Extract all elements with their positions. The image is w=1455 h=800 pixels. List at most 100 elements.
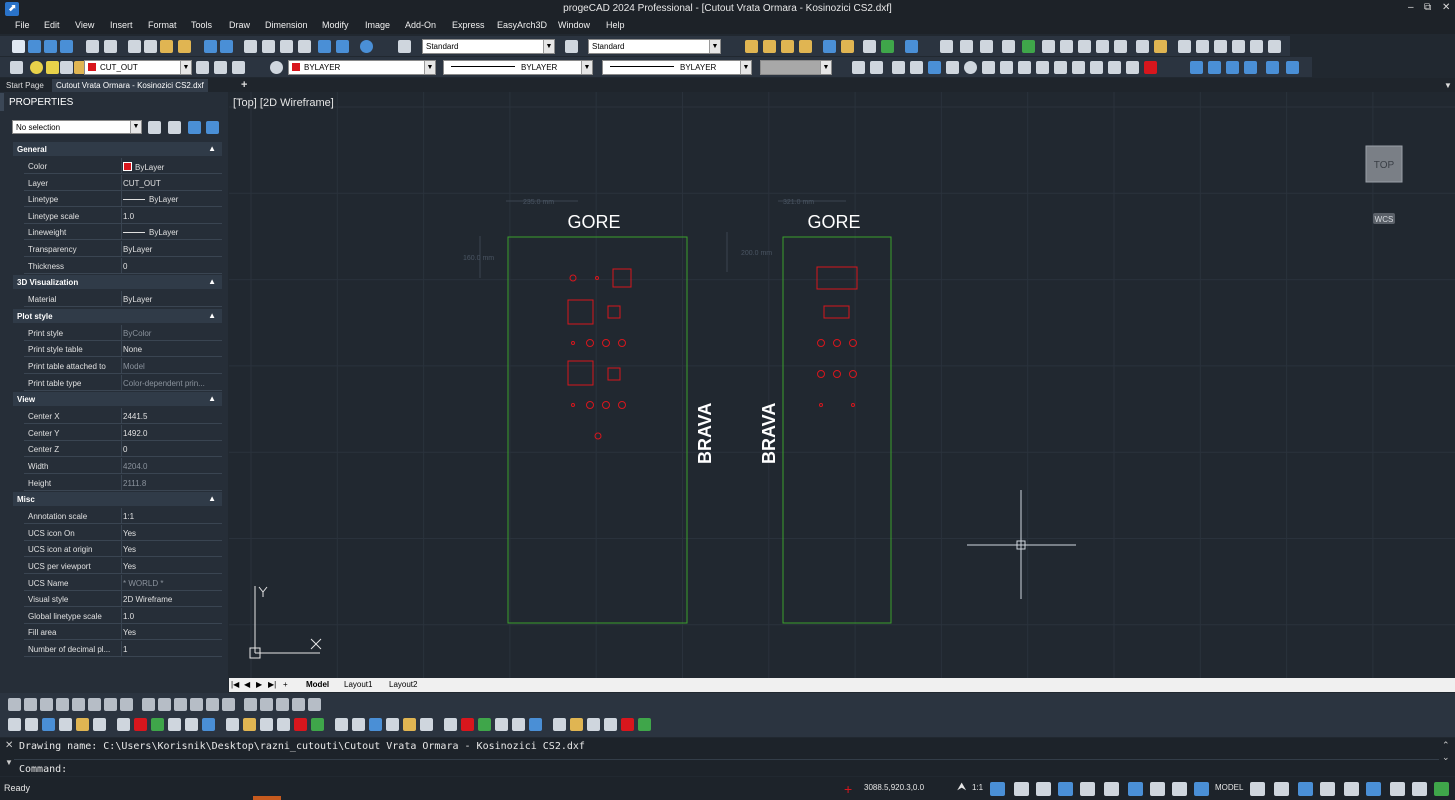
pan-icon[interactable] bbox=[244, 40, 257, 53]
cutout-rect[interactable] bbox=[607, 367, 621, 381]
modify-tool-icon[interactable] bbox=[311, 718, 324, 731]
property-row[interactable]: Center Y 1492.0 bbox=[24, 424, 222, 441]
status-toggle-icon[interactable] bbox=[1058, 782, 1073, 796]
modify-icon[interactable] bbox=[1096, 40, 1109, 53]
tab-model[interactable]: Model bbox=[306, 680, 329, 689]
status-toggle-icon[interactable] bbox=[1320, 782, 1335, 796]
property-value[interactable]: 4204.0 bbox=[123, 462, 219, 471]
modify-tool-icon[interactable] bbox=[587, 718, 600, 731]
copy-icon[interactable] bbox=[144, 40, 157, 53]
tab-layout1[interactable]: Layout1 bbox=[344, 680, 372, 689]
modify-icon[interactable] bbox=[1196, 40, 1209, 53]
layer-freeze-icon[interactable] bbox=[46, 61, 59, 74]
property-value[interactable]: Yes bbox=[123, 529, 219, 538]
property-row[interactable]: Lineweight ByLayer bbox=[24, 224, 222, 241]
modify-tool-icon[interactable] bbox=[42, 718, 55, 731]
hole[interactable] bbox=[595, 276, 599, 280]
tab-start-page[interactable]: Start Page bbox=[2, 79, 48, 92]
view-icon[interactable] bbox=[1226, 61, 1239, 74]
modify-icon[interactable] bbox=[1060, 40, 1073, 53]
property-value[interactable]: ByLayer bbox=[123, 228, 219, 237]
hole[interactable] bbox=[586, 401, 594, 409]
section-3d-visualization[interactable]: 3D Visualization ▲ bbox=[13, 275, 222, 290]
cutout-rect[interactable] bbox=[607, 305, 621, 319]
modify-tool-icon[interactable] bbox=[202, 718, 215, 731]
modify-icon[interactable] bbox=[1002, 40, 1015, 53]
menu-file[interactable]: File bbox=[15, 20, 30, 30]
modify-tool-icon[interactable] bbox=[444, 718, 457, 731]
modify-tool-icon[interactable] bbox=[260, 718, 273, 731]
save-icon[interactable] bbox=[44, 40, 57, 53]
layer-previous-icon[interactable] bbox=[196, 61, 209, 74]
dimension-icon[interactable] bbox=[863, 40, 876, 53]
modify-tool-icon[interactable] bbox=[185, 718, 198, 731]
hole[interactable] bbox=[586, 339, 594, 347]
modify-tool-icon[interactable] bbox=[151, 718, 164, 731]
open-icon[interactable] bbox=[28, 40, 41, 53]
menu-modify[interactable]: Modify bbox=[322, 20, 349, 30]
tab-active-drawing[interactable]: Cutout Vrata Ormara - Kosinozici CS2.dxf bbox=[52, 79, 208, 92]
modify-icon[interactable] bbox=[940, 40, 953, 53]
modify-tool-icon[interactable] bbox=[495, 718, 508, 731]
modify-tool-icon[interactable] bbox=[369, 718, 382, 731]
inquiry-icon[interactable] bbox=[905, 40, 918, 53]
status-toggle-icon[interactable] bbox=[990, 782, 1005, 796]
next-layout-icon[interactable]: ▶ bbox=[256, 680, 262, 689]
property-row[interactable]: Visual style 2D Wireframe bbox=[24, 591, 222, 608]
quick-select-icon[interactable] bbox=[188, 121, 201, 134]
selection-select[interactable]: No selection ▼ bbox=[12, 120, 142, 134]
property-value[interactable]: Yes bbox=[123, 562, 219, 571]
property-value[interactable]: 1492.0 bbox=[123, 429, 219, 438]
color-wheel-icon[interactable] bbox=[270, 61, 283, 74]
status-toggle-icon[interactable] bbox=[1344, 782, 1359, 796]
hole[interactable] bbox=[817, 339, 825, 347]
property-row[interactable]: Center X 2441.5 bbox=[24, 408, 222, 425]
status-toggle-icon[interactable] bbox=[1366, 782, 1381, 796]
status-toggle-icon[interactable] bbox=[1298, 782, 1313, 796]
modify-tool-icon[interactable] bbox=[478, 718, 491, 731]
property-row[interactable]: Thickness 0 bbox=[24, 257, 222, 274]
close-icon[interactable]: ✕ bbox=[1442, 2, 1450, 13]
view-icon[interactable] bbox=[1244, 61, 1257, 74]
hole[interactable] bbox=[833, 370, 841, 378]
dim-style-icon[interactable] bbox=[565, 40, 578, 53]
status-toggle-icon[interactable] bbox=[1250, 782, 1265, 796]
dimension-icon[interactable] bbox=[823, 40, 836, 53]
print-preview-icon[interactable] bbox=[104, 40, 117, 53]
modify-tool-icon[interactable] bbox=[335, 718, 348, 731]
property-row[interactable]: UCS icon On Yes bbox=[24, 524, 222, 541]
dimension-icon[interactable] bbox=[781, 40, 794, 53]
model-space[interactable]: [Top] [2D Wireframe] 235.0 mm 321.0 mm 1… bbox=[229, 92, 1455, 678]
hole[interactable] bbox=[571, 341, 575, 345]
modify-tool-icon[interactable] bbox=[386, 718, 399, 731]
command-scroll-up-icon[interactable]: ⌃ bbox=[1442, 740, 1450, 751]
snap-intersection-icon[interactable] bbox=[892, 61, 905, 74]
property-value[interactable]: 0 bbox=[123, 445, 219, 454]
zoom-window-icon[interactable] bbox=[280, 40, 293, 53]
print-icon[interactable] bbox=[86, 40, 99, 53]
draw-tool-icon[interactable] bbox=[158, 698, 171, 711]
status-toggle-icon[interactable] bbox=[1172, 782, 1187, 796]
snap-icon[interactable] bbox=[1090, 61, 1103, 74]
draw-tool-icon[interactable] bbox=[206, 698, 219, 711]
modify-tool-icon[interactable] bbox=[243, 718, 256, 731]
property-value[interactable]: 1.0 bbox=[123, 212, 219, 221]
linetype-select[interactable]: BYLAYER ▼ bbox=[443, 60, 593, 75]
property-value[interactable]: ByLayer bbox=[123, 295, 219, 304]
modify-tool-icon[interactable] bbox=[570, 718, 583, 731]
menu-insert[interactable]: Insert bbox=[110, 20, 133, 30]
modify-tool-icon[interactable] bbox=[59, 718, 72, 731]
hole[interactable] bbox=[602, 339, 610, 347]
cutout-rect[interactable] bbox=[567, 299, 594, 325]
section-misc[interactable]: Misc ▲ bbox=[13, 492, 222, 507]
layer-states-icon[interactable] bbox=[232, 61, 245, 74]
property-value[interactable]: ByLayer bbox=[123, 195, 219, 204]
draw-tool-icon[interactable] bbox=[324, 698, 337, 711]
menu-edit[interactable]: Edit bbox=[44, 20, 60, 30]
modify-icon[interactable] bbox=[980, 40, 993, 53]
draw-tool-icon[interactable] bbox=[260, 698, 273, 711]
property-row[interactable]: Print table type Color-dependent prin... bbox=[24, 374, 222, 391]
status-toggle-icon[interactable] bbox=[1274, 782, 1289, 796]
modify-icon[interactable] bbox=[1214, 40, 1227, 53]
snap-icon[interactable] bbox=[910, 61, 923, 74]
